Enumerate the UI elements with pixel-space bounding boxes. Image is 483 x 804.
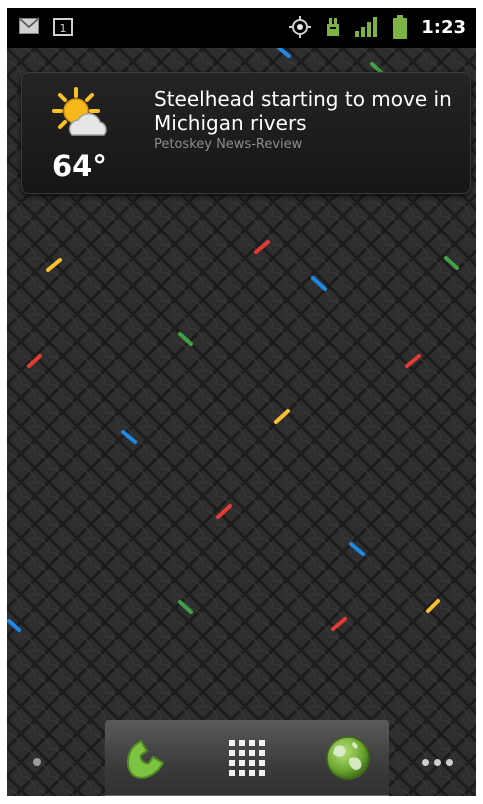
news-headline[interactable]: Steelhead starting to move in Michigan r… bbox=[154, 87, 454, 135]
signal-icon bbox=[355, 17, 378, 37]
usb-debug-icon bbox=[327, 18, 340, 36]
dock bbox=[105, 720, 389, 796]
calendar-day: 1 bbox=[60, 22, 67, 35]
phone-button[interactable] bbox=[111, 720, 181, 796]
page-indicator-left[interactable] bbox=[33, 758, 41, 766]
clock: 1:23 bbox=[421, 16, 466, 38]
indicator-dot bbox=[434, 758, 441, 766]
gmail-icon bbox=[19, 18, 39, 34]
browser-globe-icon bbox=[326, 736, 370, 780]
news-weather-widget[interactable]: 64° Steelhead starting to move in Michig… bbox=[21, 72, 471, 194]
calendar-icon: 1 bbox=[53, 18, 73, 36]
home-screen: 1 1:23 64° Steelhead starting to move in… bbox=[7, 8, 476, 796]
status-bar[interactable]: 1 1:23 bbox=[7, 8, 476, 48]
battery-icon bbox=[393, 15, 408, 39]
phone-icon bbox=[127, 739, 165, 779]
app-drawer-button[interactable] bbox=[212, 720, 282, 796]
news-source: Petoskey News-Review bbox=[154, 137, 303, 152]
app-drawer-icon bbox=[229, 740, 265, 776]
indicator-dot bbox=[422, 758, 429, 766]
temperature: 64° bbox=[52, 149, 107, 183]
indicator-dot bbox=[446, 758, 453, 766]
partly-cloudy-icon bbox=[52, 87, 107, 136]
browser-button[interactable] bbox=[313, 720, 383, 796]
gps-icon bbox=[289, 16, 312, 38]
page-indicator-right[interactable] bbox=[422, 752, 462, 772]
